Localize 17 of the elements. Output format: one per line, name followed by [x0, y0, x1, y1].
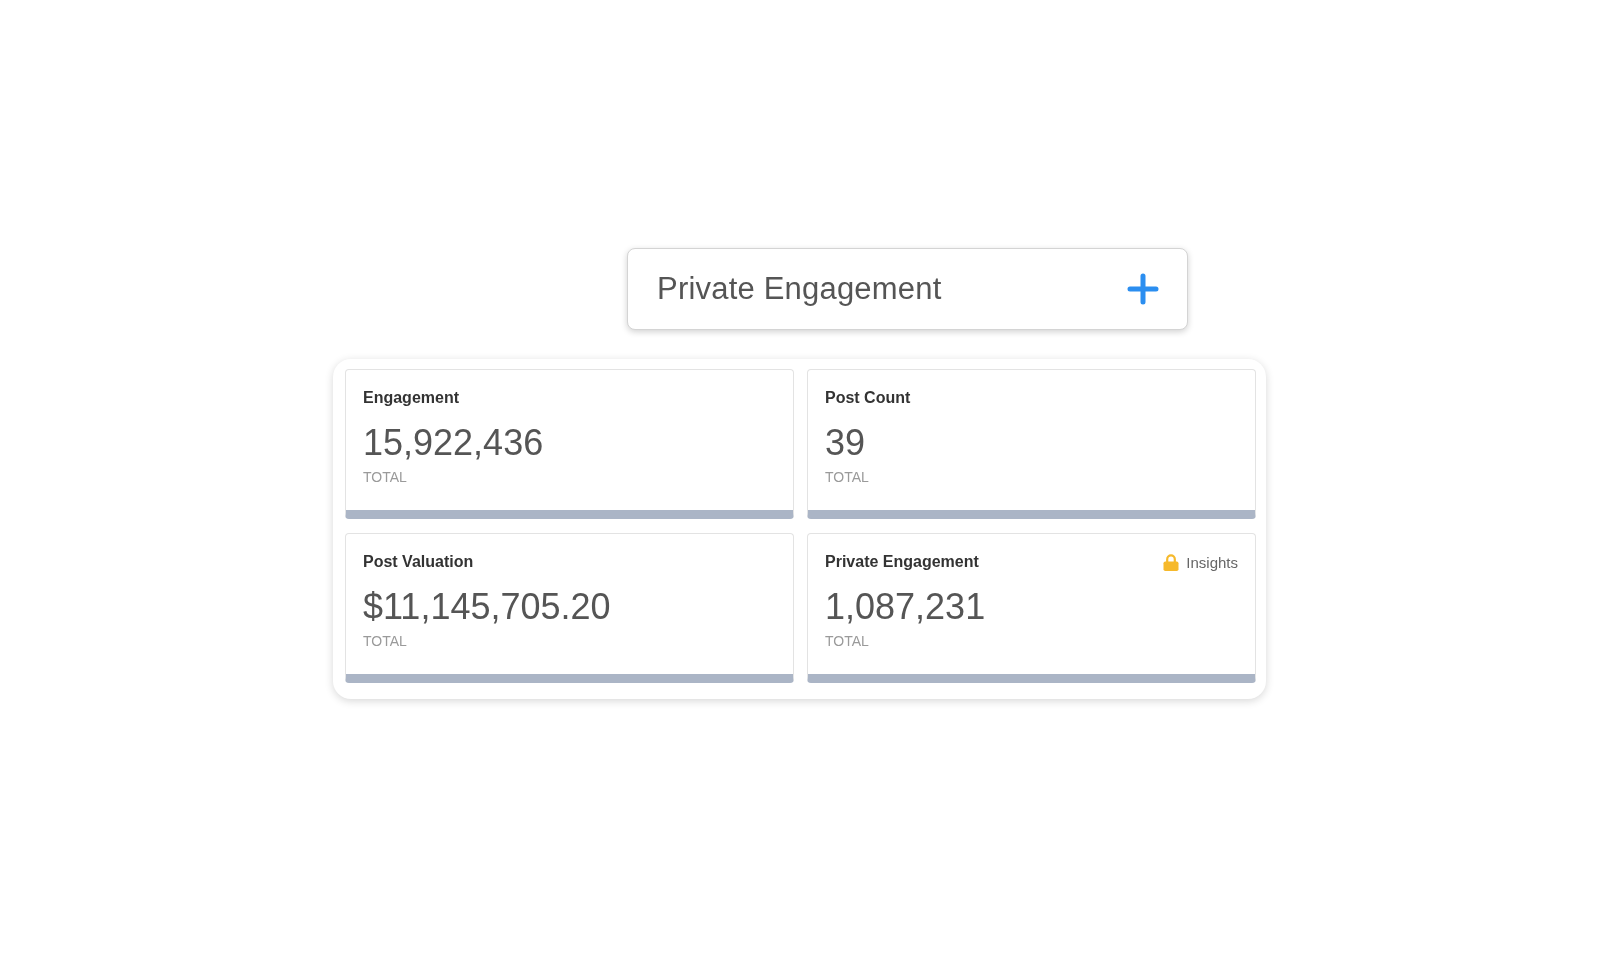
- metric-title: Post Valuation: [363, 553, 474, 571]
- metric-caption: TOTAL: [363, 469, 408, 485]
- metric-value: 15,922,436: [363, 422, 545, 464]
- metric-value: 1,087,231: [825, 586, 987, 628]
- metric-caption: TOTAL: [825, 633, 870, 649]
- metric-value: $11,145,705.20: [363, 586, 612, 628]
- metric-title: Private Engagement: [825, 553, 979, 571]
- metric-caption: TOTAL: [825, 469, 870, 485]
- add-button[interactable]: [1127, 273, 1159, 305]
- plus-icon: [1127, 273, 1159, 305]
- metric-title: Post Count: [825, 389, 911, 407]
- insights-link[interactable]: Insights: [1186, 553, 1238, 571]
- metric-value: 39: [825, 422, 867, 464]
- metric-title: Engagement: [363, 389, 459, 407]
- header-title: Private Engagement: [657, 271, 942, 307]
- metric-caption: TOTAL: [363, 633, 408, 649]
- lock-icon: [1163, 553, 1180, 571]
